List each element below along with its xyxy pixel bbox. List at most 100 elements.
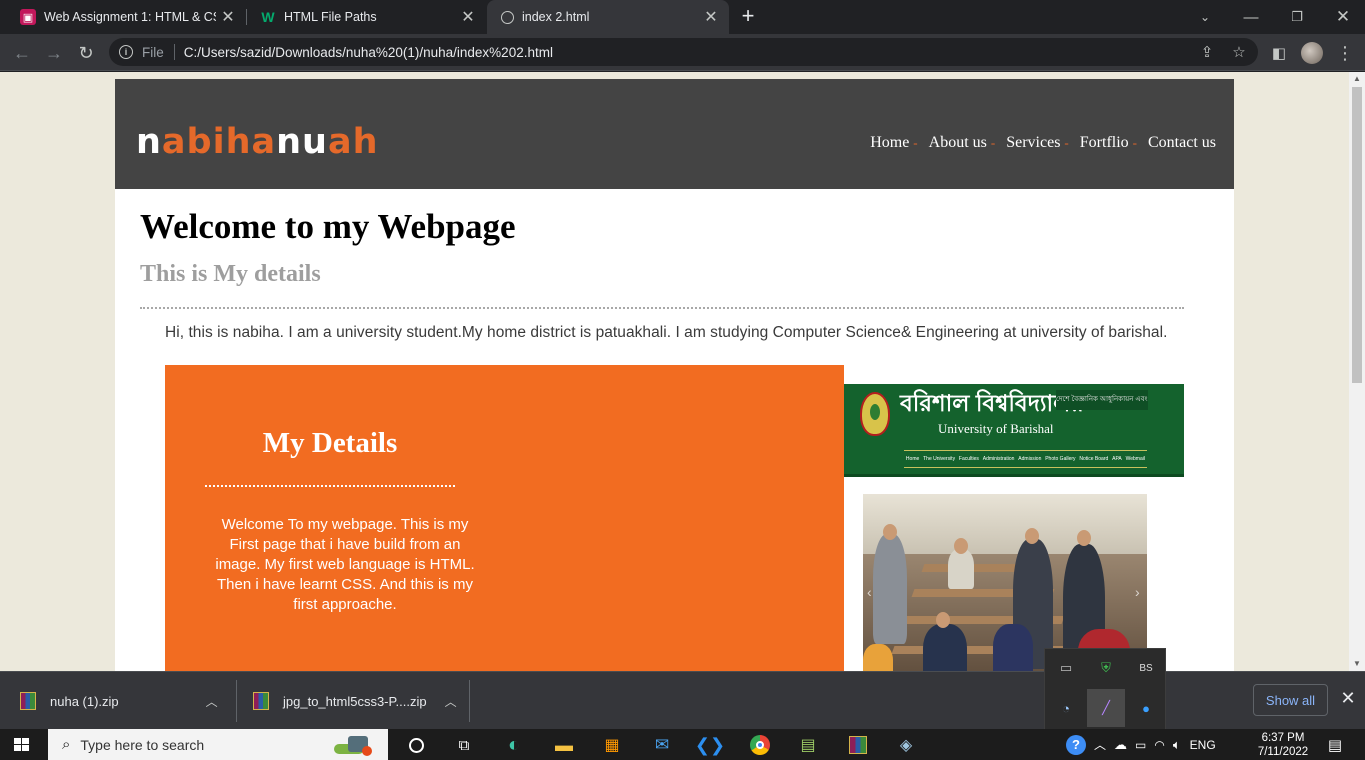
banner-menu-item: Photo Gallery (1045, 456, 1076, 462)
network-app-icon[interactable]: ● (1127, 689, 1165, 727)
mail-icon[interactable]: ✉ (650, 733, 674, 757)
forward-arrow-icon[interactable]: → (40, 39, 68, 67)
drawing-app-icon[interactable]: ◈ (894, 733, 918, 757)
university-tagline: দেশে বৈজ্ঞানিক আধুনিকায়ন এবং প্রেরণাদীপ… (1056, 390, 1148, 410)
banner-menu-item: Webmail (1125, 456, 1145, 462)
tray-overflow-popup: ▭ ⛨ BS ◔ ╱ ● (1044, 648, 1166, 730)
browser-toolbar: ← → ↻ i File C:/Users/sazid/Downloads/nu… (0, 34, 1365, 71)
clock-time: 6:37 PM (1261, 732, 1305, 744)
winrar-zip-icon (20, 692, 36, 710)
url-text[interactable]: C:/Users/sazid/Downloads/nuha%20(1)/nuha… (184, 45, 1194, 60)
notifications-icon[interactable]: ▤ (1323, 733, 1347, 757)
pen-tray-icon[interactable]: ╱ (1087, 689, 1125, 727)
banner-menu-item: Admission (1018, 456, 1042, 462)
help-icon[interactable]: ? (1066, 734, 1086, 755)
winrar-zip-icon (253, 692, 269, 710)
close-downloads-icon[interactable]: ✕ (1338, 688, 1358, 709)
close-window-button[interactable]: ✕ (1320, 0, 1365, 34)
tab-title: HTML File Paths (284, 10, 377, 24)
battery-icon[interactable]: ▭ (1135, 738, 1146, 752)
show-hidden-icons-chevron-icon[interactable]: ︿ (1094, 736, 1106, 753)
microsoft-store-icon[interactable]: ▦ (600, 733, 624, 757)
banner-menu-item: Faculties (958, 456, 979, 462)
site-logo[interactable]: nabihanuah (136, 121, 379, 163)
nav-about-us[interactable]: About us (929, 134, 987, 152)
clock-sync-icon[interactable]: ◔ (1047, 689, 1085, 727)
clock-date: 7/11/2022 (1257, 746, 1309, 758)
carousel-next-icon[interactable]: › (1135, 584, 1140, 600)
site-info-icon[interactable]: i (119, 45, 133, 59)
nav-portfolio[interactable]: Fortflio (1080, 134, 1129, 152)
show-all-button[interactable]: Show all (1253, 684, 1328, 716)
taskbar-search-box[interactable]: ⌕ Type here to search (48, 729, 388, 760)
restore-button[interactable]: ❐ (1274, 0, 1320, 34)
scroll-up-arrow-icon[interactable]: ▲ (1349, 72, 1365, 86)
new-tab-button[interactable]: + (736, 5, 760, 29)
vscode-icon[interactable]: ❮❯ (695, 733, 725, 757)
task-view-icon[interactable]: ⧉ (452, 733, 476, 757)
chevron-up-icon[interactable]: ︿ (206, 693, 218, 710)
windows-taskbar: ⌕ Type here to search ⧉ ◐ ▬ ▦ ✉ ❮❯ ▤ ◈ ?… (0, 729, 1365, 760)
edge-browser-icon[interactable]: ◐ (502, 733, 526, 757)
profile-avatar[interactable] (1298, 39, 1326, 67)
download-item[interactable]: nuha (1).zip ︿ (20, 672, 218, 730)
volume-icon[interactable]: 🔈︎ (1173, 737, 1181, 753)
close-tab-icon[interactable]: ✕ (456, 7, 480, 27)
nav-services[interactable]: Services (1006, 134, 1060, 152)
page-scrollbar[interactable]: ▲ ▼ (1349, 72, 1365, 671)
chevron-up-icon[interactable]: ︿ (445, 693, 457, 710)
notepad-plus-icon[interactable]: ▤ (796, 733, 820, 757)
address-bar[interactable]: i File C:/Users/sazid/Downloads/nuha%20(… (109, 38, 1258, 66)
display-tray-icon[interactable]: ▭ (1047, 649, 1085, 687)
tab-title: index 2.html (522, 10, 590, 24)
wifi-icon[interactable]: ◠ (1154, 738, 1164, 752)
exam-hall-photo: ‹ › (863, 494, 1147, 671)
university-name-english: University of Barishal (938, 421, 1054, 436)
carousel-prev-icon[interactable]: ‹ (867, 584, 872, 600)
security-shield-icon[interactable]: ⛨ (1087, 649, 1125, 687)
banner-menu-item: Home (905, 456, 920, 462)
tab-html-file-paths[interactable]: W HTML File Paths ✕ (240, 0, 486, 34)
side-panel-icon[interactable]: ◧ (1265, 39, 1293, 67)
scroll-down-arrow-icon[interactable]: ▼ (1349, 657, 1365, 671)
bookmark-star-icon[interactable]: ☆ (1226, 43, 1252, 61)
winrar-icon[interactable] (846, 733, 870, 757)
onedrive-cloud-icon[interactable]: ☁ (1114, 737, 1127, 753)
close-tab-icon[interactable]: ✕ (216, 7, 240, 27)
menu-kebab-icon[interactable]: ⋮ (1331, 39, 1359, 67)
taskbar-clock[interactable]: 6:37 PM 7/11/2022 (1255, 731, 1311, 759)
scrollbar-thumb[interactable] (1352, 87, 1362, 383)
page-subtitle: This is My details (140, 261, 321, 287)
nav-separator: - (990, 135, 996, 150)
site-nav: Home - About us - Services - Fortflio - Cont… (870, 134, 1216, 152)
photo-person-head (1025, 528, 1039, 544)
logo-part: n (136, 122, 162, 162)
download-divider (469, 680, 470, 722)
logo-part: nu (276, 122, 328, 162)
back-arrow-icon[interactable]: ← (8, 39, 36, 67)
tab-search-icon[interactable]: ⌄ (1182, 0, 1228, 34)
download-filename: nuha (1).zip (50, 693, 119, 709)
download-filename: jpg_to_html5css3-P....zip (283, 693, 427, 709)
download-item[interactable]: jpg_to_html5css3-P....zip ︿ (253, 672, 457, 730)
google-classroom-icon: ▣ (20, 9, 36, 25)
nav-home[interactable]: Home (870, 134, 909, 152)
search-placeholder: Type here to search (80, 736, 205, 753)
share-icon[interactable]: ⇪ (1194, 43, 1220, 61)
chrome-icon[interactable] (748, 733, 772, 757)
app-tray-icon[interactable]: BS (1127, 649, 1165, 687)
file-explorer-icon[interactable]: ▬ (552, 733, 576, 757)
university-crest-icon (860, 392, 890, 436)
minimize-button[interactable]: — (1228, 0, 1274, 34)
tab-index-2[interactable]: index 2.html ✕ (487, 0, 729, 34)
nav-contact-us[interactable]: Contact us (1148, 134, 1216, 152)
input-language-indicator[interactable]: ENG (1190, 738, 1216, 752)
windows-start-icon[interactable] (14, 738, 30, 752)
cortana-icon[interactable] (404, 733, 428, 757)
reload-icon[interactable]: ↻ (72, 39, 100, 67)
tab-web-assignment[interactable]: ▣ Web Assignment 1: HTML & CSS ✕ (0, 0, 246, 34)
photo-person (873, 534, 907, 644)
scheme-label: File (142, 44, 164, 60)
photo-person-head (883, 524, 897, 540)
close-tab-icon[interactable]: ✕ (699, 7, 723, 27)
